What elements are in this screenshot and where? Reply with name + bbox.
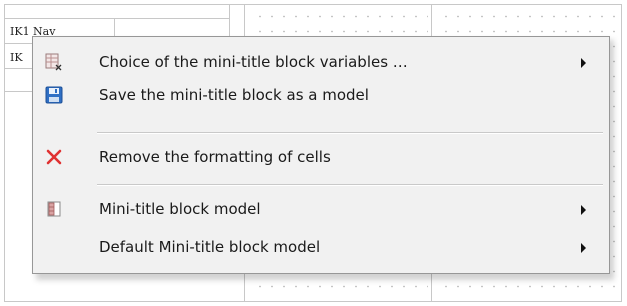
submenu-arrow-icon <box>581 205 586 215</box>
menu-item-save-as-model[interactable]: Save the mini-title block as a model <box>33 80 609 110</box>
menu-item-label: Remove the formatting of cells <box>99 148 331 166</box>
table-variables-icon <box>43 51 65 73</box>
menu-item-remove-formatting[interactable]: Remove the formatting of cells <box>33 142 609 172</box>
menu-separator <box>97 132 603 134</box>
context-menu: Choice of the mini-title block variables… <box>32 36 610 274</box>
submenu-arrow-icon <box>581 243 586 253</box>
submenu-arrow-icon <box>581 58 586 68</box>
menu-item-label: Mini-title block model <box>99 200 261 218</box>
floppy-disk-icon <box>43 84 65 106</box>
red-x-icon <box>43 146 65 168</box>
menu-item-mini-title-block-model[interactable]: Mini-title block model <box>33 194 609 224</box>
menu-item-label: Save the mini-title block as a model <box>99 86 369 104</box>
menu-item-default-model[interactable]: Default Mini-title block model <box>33 232 609 262</box>
title-block-model-icon <box>43 198 65 220</box>
menu-item-label: Default Mini-title block model <box>99 238 321 256</box>
menu-separator <box>97 184 603 186</box>
menu-item-label: Choice of the mini-title block variables… <box>99 53 408 71</box>
menu-item-choice-variables[interactable]: Choice of the mini-title block variables… <box>33 47 609 77</box>
table-cell-text: IK <box>10 51 23 64</box>
table-border-top <box>4 18 230 19</box>
